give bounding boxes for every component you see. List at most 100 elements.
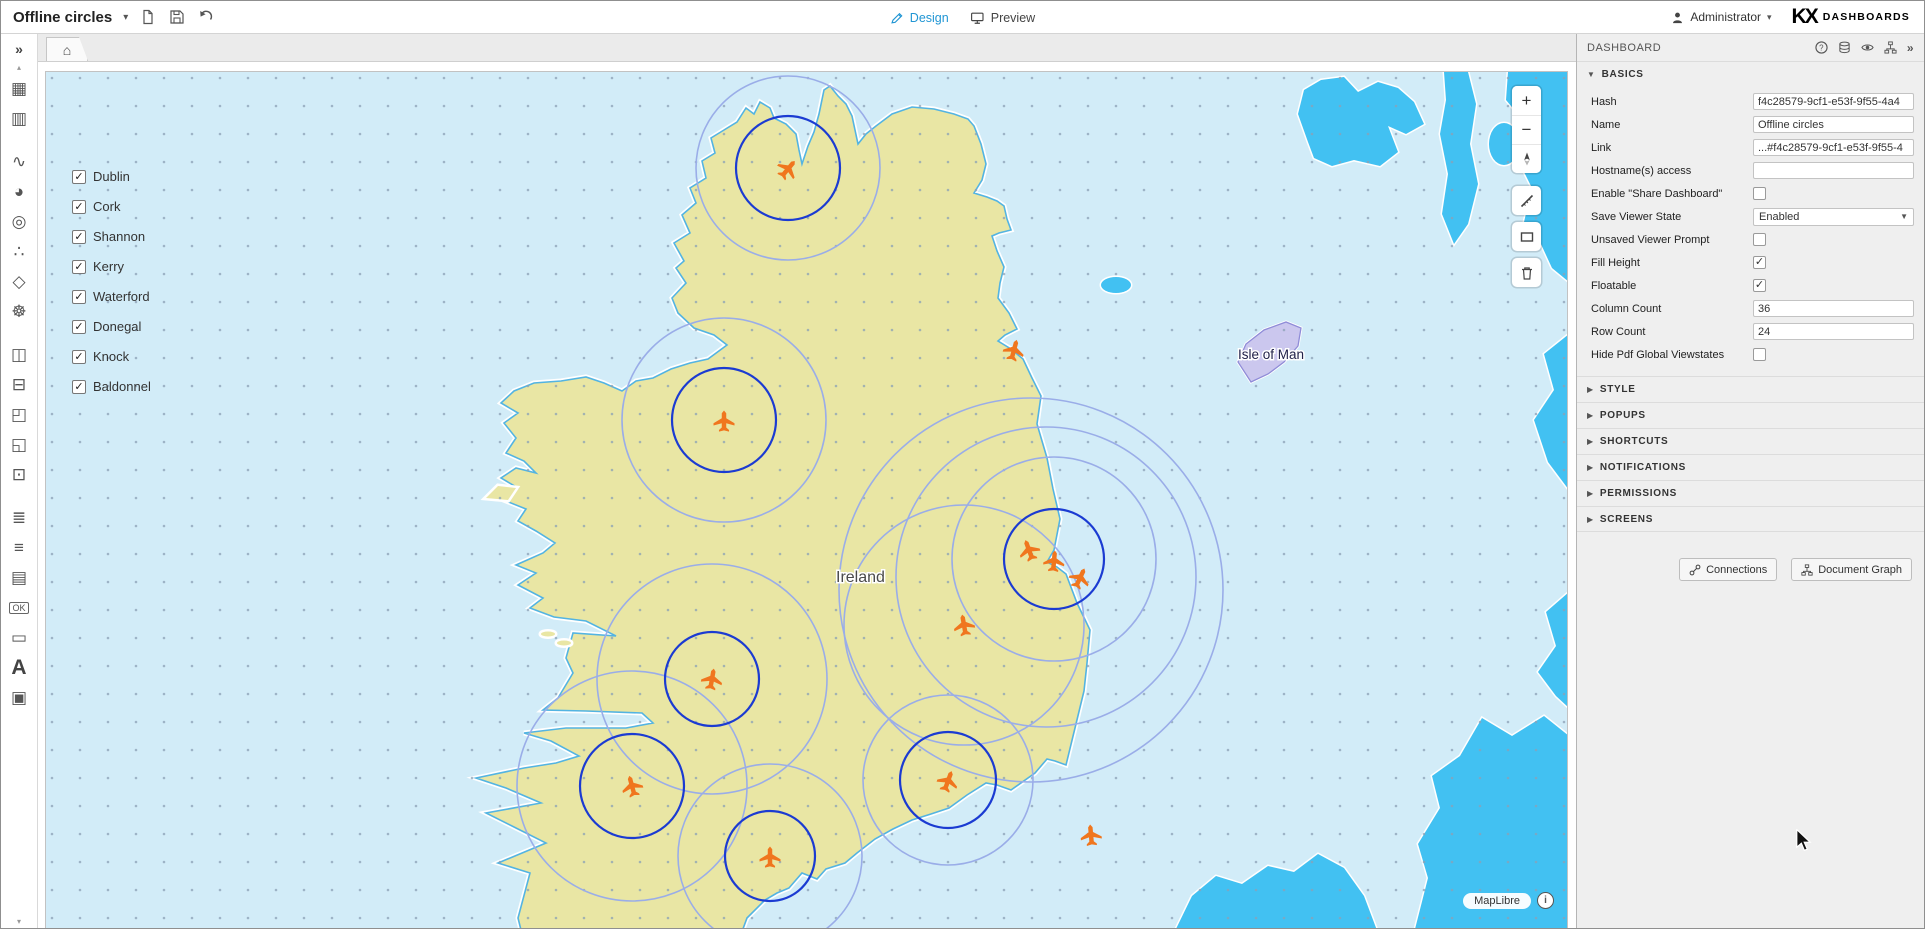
field-input-link[interactable]	[1753, 139, 1914, 156]
home-screen-tab[interactable]: ⌂	[46, 37, 88, 61]
field-row-hash: Hash	[1577, 90, 1924, 113]
layer-label-dublin: Dublin	[93, 169, 130, 184]
layer-toggle-cork[interactable]: ✓ Cork	[72, 196, 151, 217]
design-tab[interactable]: Design	[890, 11, 949, 25]
field-row-hide-pdf-global-viewstates: Hide Pdf Global Viewstates	[1577, 343, 1924, 366]
section-notifications[interactable]: ▶NOTIFICATIONS	[1577, 454, 1924, 480]
layer-checkbox-knock[interactable]: ✓	[72, 350, 86, 364]
collapse-sidebar-icon[interactable]: »	[1, 37, 37, 61]
section-popups[interactable]: ▶POPUPS	[1577, 402, 1924, 428]
airport-layer-list: ✓Dublin✓Cork✓Shannon✓Kerry✓Waterford✓Don…	[72, 166, 151, 397]
layer-toggle-knock[interactable]: ✓Knock	[72, 346, 151, 367]
field-label-save-viewer-state: Save Viewer State	[1591, 211, 1681, 223]
user-menu[interactable]: Administrator ▾	[1671, 10, 1771, 24]
field-input-hash[interactable]	[1753, 93, 1914, 110]
section-permissions[interactable]: ▶PERMISSIONS	[1577, 480, 1924, 506]
section-shortcuts[interactable]: ▶SHORTCUTS	[1577, 428, 1924, 454]
dashboard-title[interactable]: Offline circles	[13, 9, 112, 26]
layer-toggle-baldonnel[interactable]: ✓Baldonnel	[72, 376, 151, 397]
field-input-row-count[interactable]	[1753, 323, 1914, 340]
field-checkbox-fill-height[interactable]: ✓	[1753, 256, 1766, 269]
field-input-column-count[interactable]	[1753, 300, 1914, 317]
field-select-save-viewer-state[interactable]: Enabled▼	[1753, 208, 1914, 226]
widget-button-icon[interactable]: OK	[1, 593, 37, 623]
widget-tabs-icon[interactable]: ◰	[1, 400, 37, 430]
section-screens[interactable]: ▶SCREENS	[1577, 506, 1924, 532]
layer-toggle-kerry[interactable]: ✓ Kerry	[72, 256, 151, 277]
widget-color-wheel-icon[interactable]: ☸	[1, 297, 37, 327]
map[interactable]: Ireland Isle of Man	[46, 72, 1568, 929]
widget-pivot-grid-icon[interactable]: ▥	[1, 104, 37, 134]
title-dropdown-caret[interactable]: ▾	[123, 12, 128, 23]
layer-label-cork: Cork	[93, 199, 120, 214]
widget-layout-rows-icon[interactable]: ⊟	[1, 370, 37, 400]
toolbar-scroll-up-icon[interactable]: ▴	[1, 61, 37, 74]
widget-data-grid-icon[interactable]: ▦	[1, 74, 37, 104]
layer-checkbox-cork[interactable]: ✓	[72, 200, 86, 214]
field-checkbox-unsaved-viewer-prompt[interactable]	[1753, 233, 1766, 246]
map-widget[interactable]: Ireland Isle of Man ✓ Dublin ✓ Cork ✓Shannon…	[45, 71, 1568, 929]
select-caret-icon: ▼	[1900, 212, 1908, 221]
save-icon[interactable]	[168, 8, 186, 26]
widget-panel-icon[interactable]: ◱	[1, 430, 37, 460]
widget-text-block-icon[interactable]: ≡	[1, 533, 37, 563]
layer-toggle-shannon[interactable]: ✓Shannon	[72, 226, 151, 247]
layer-checkbox-dublin[interactable]: ✓	[72, 170, 86, 184]
map-controls: + −	[1512, 86, 1541, 287]
datasources-icon[interactable]	[1838, 41, 1851, 54]
widget-input-field-icon[interactable]: ▭	[1, 623, 37, 653]
widget-form-icon[interactable]: ▤	[1, 563, 37, 593]
section-basics[interactable]: ▼ BASICS	[1577, 61, 1924, 87]
section-style[interactable]: ▶STYLE	[1577, 376, 1924, 402]
zoom-out-button[interactable]: −	[1512, 115, 1541, 144]
brand-text: DASHBOARDS	[1823, 11, 1910, 23]
compass-button[interactable]	[1512, 144, 1541, 173]
connections-button[interactable]: Connections	[1679, 558, 1777, 581]
draw-rectangle-button[interactable]	[1512, 222, 1541, 251]
document-graph-icon[interactable]	[1884, 41, 1897, 54]
measure-tool-button[interactable]	[1512, 186, 1541, 215]
field-checkbox-hide-pdf-global-viewstates[interactable]	[1753, 348, 1766, 361]
layer-toggle-dublin[interactable]: ✓ Dublin	[72, 166, 151, 187]
field-input-name[interactable]	[1753, 116, 1914, 133]
field-checkbox-enable-share-dashboard[interactable]	[1753, 187, 1766, 200]
layer-toggle-waterford[interactable]: ✓Waterford	[72, 286, 151, 307]
widget-3d-chart-icon[interactable]: ◇	[1, 267, 37, 297]
widget-pie-chart-icon[interactable]: ◕	[1, 177, 37, 207]
widget-layout-columns-icon[interactable]: ◫	[1, 340, 37, 370]
toolbar-scroll-down[interactable]: ▾	[17, 917, 21, 926]
help-icon[interactable]: ?	[1815, 41, 1828, 54]
layer-checkbox-shannon[interactable]: ✓	[72, 230, 86, 244]
user-icon	[1671, 11, 1684, 24]
section-notifications-caret-icon: ▶	[1587, 463, 1594, 472]
widget-line-chart-icon[interactable]: ∿	[1, 147, 37, 177]
attribution-info-icon[interactable]: i	[1537, 892, 1554, 909]
widget-scatter-chart-icon[interactable]: ∴	[1, 237, 37, 267]
widget-list-icon[interactable]: ≣	[1, 503, 37, 533]
new-file-icon[interactable]	[139, 8, 157, 26]
widget-donut-chart-icon[interactable]: ◎	[1, 207, 37, 237]
widget-text-icon[interactable]: A	[1, 653, 37, 683]
layer-checkbox-baldonnel[interactable]: ✓	[72, 380, 86, 394]
layer-toggle-donegal[interactable]: ✓ Donegal	[72, 316, 151, 337]
undo-icon[interactable]	[197, 8, 215, 26]
layer-checkbox-kerry[interactable]: ✓	[72, 260, 86, 274]
document-graph-button[interactable]: Document Graph	[1791, 558, 1912, 581]
delete-shapes-button[interactable]	[1512, 258, 1541, 287]
layer-checkbox-waterford[interactable]: ✓	[72, 290, 86, 304]
maplibre-attribution[interactable]: MapLibre	[1463, 893, 1531, 909]
kx-dashboards-logo: KX DASHBOARDS	[1792, 5, 1910, 29]
field-checkbox-floatable[interactable]: ✓	[1753, 279, 1766, 292]
field-input-hostname-s-access[interactable]	[1753, 162, 1914, 179]
basics-fields: HashNameLinkHostname(s) accessEnable "Sh…	[1577, 87, 1924, 376]
widget-canvas-icon[interactable]: ⊡	[1, 460, 37, 490]
zoom-in-button[interactable]: +	[1512, 86, 1541, 115]
layer-checkbox-donegal[interactable]: ✓	[72, 320, 86, 334]
layer-label-kerry: Kerry	[93, 259, 124, 274]
eye-icon[interactable]	[1861, 41, 1874, 54]
collapse-panel-icon[interactable]: »	[1907, 41, 1914, 55]
compass-icon	[1519, 151, 1535, 167]
widget-media-icon[interactable]: ▣	[1, 683, 37, 713]
layer-label-donegal: Donegal	[93, 319, 141, 334]
preview-tab[interactable]: Preview	[971, 11, 1035, 25]
